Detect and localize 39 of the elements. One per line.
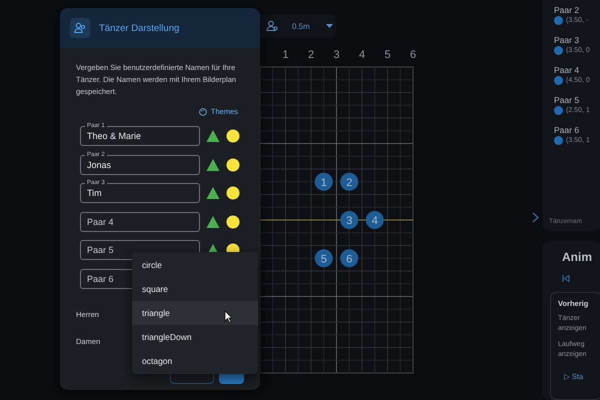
menu-item[interactable]: octagon bbox=[132, 349, 258, 373]
axis-label: 5 bbox=[384, 49, 391, 61]
dancers-icon[interactable] bbox=[266, 20, 278, 32]
caret-icon[interactable] bbox=[326, 24, 333, 28]
axis-label: 1 bbox=[282, 49, 289, 61]
axis-label: 2 bbox=[308, 49, 314, 61]
pair-name: Paar 4 bbox=[554, 65, 580, 76]
axis-label: 4 bbox=[358, 49, 366, 61]
circle-icon bbox=[226, 129, 240, 143]
dancers-icon bbox=[70, 18, 90, 38]
chevron-right-icon[interactable] bbox=[532, 212, 539, 223]
axis-label: 3 bbox=[333, 49, 340, 61]
axis-label: 6 bbox=[410, 49, 416, 61]
palette-icon bbox=[198, 108, 207, 116]
triangle-icon bbox=[206, 158, 220, 172]
grid-size-select[interactable]: 0.5m bbox=[292, 22, 310, 30]
skip-back-icon[interactable] bbox=[562, 274, 570, 282]
dancer-dot bbox=[554, 106, 563, 115]
menu-item[interactable]: triangleDown bbox=[132, 325, 258, 349]
triangle-icon bbox=[206, 129, 220, 143]
pair-name: Paar 3 bbox=[554, 35, 580, 46]
menu-item[interactable]: square bbox=[132, 277, 258, 301]
pair-name: Paar 2 bbox=[554, 5, 580, 16]
menu-item[interactable]: triangle bbox=[132, 301, 258, 325]
name-field[interactable]: Paar 4 bbox=[80, 212, 200, 232]
triangle-icon bbox=[206, 214, 220, 229]
panel-title: Anim bbox=[562, 250, 592, 264]
dancer-dot bbox=[554, 16, 563, 25]
pair-name: Paar 5 bbox=[554, 95, 580, 106]
dancer-dot bbox=[554, 46, 563, 55]
cursor-icon bbox=[224, 310, 233, 323]
pair-name: Paar 6 bbox=[554, 125, 580, 136]
circle-icon bbox=[226, 186, 240, 200]
dialog-title: Tänzer Darstellung bbox=[99, 22, 180, 34]
dancer-dot bbox=[554, 76, 563, 85]
circle-icon bbox=[226, 214, 240, 229]
dancer-dot bbox=[554, 136, 563, 145]
circle-icon bbox=[226, 158, 240, 172]
triangle-icon bbox=[206, 186, 220, 200]
